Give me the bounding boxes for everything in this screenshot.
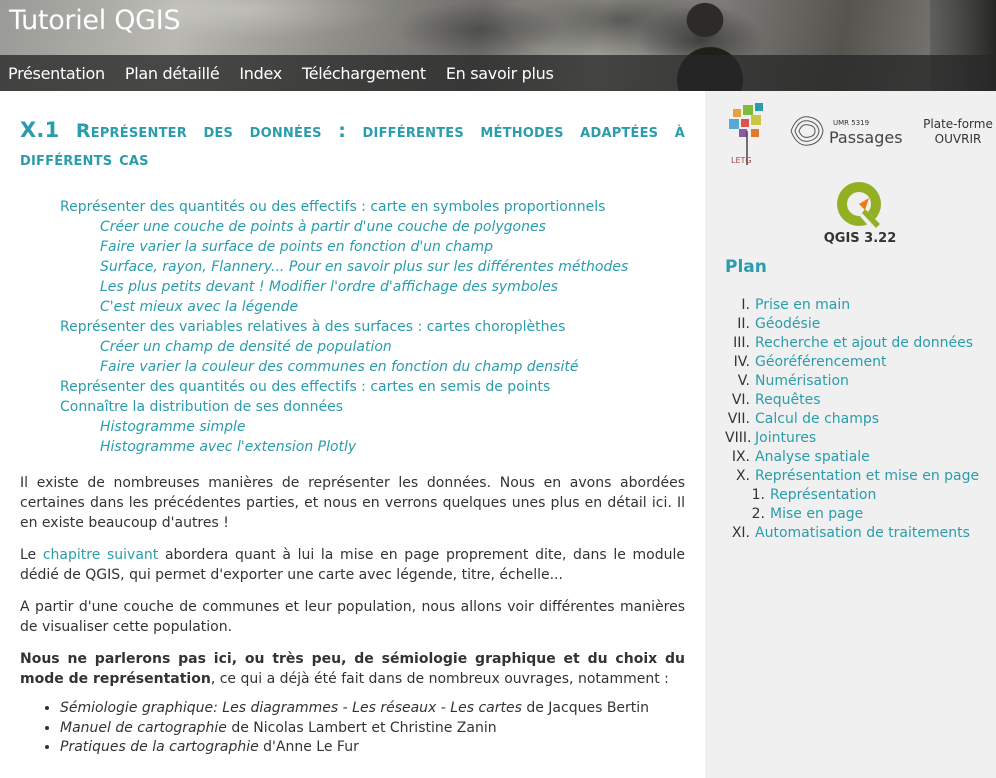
plan-list: I. Prise en main II. Géodésie III. Recherche … <box>725 296 995 543</box>
plan-item-label[interactable]: Représentation <box>770 486 876 505</box>
population-paragraph: A partir d'une couche de communes et leu… <box>20 599 685 635</box>
plan-item-label[interactable]: Mise en page <box>770 505 863 524</box>
nav-index[interactable]: Index <box>239 64 282 83</box>
plan-item-label[interactable]: Analyse spatiale <box>755 448 870 467</box>
plan-item-number: I. <box>741 297 750 313</box>
plan-item-label[interactable]: Automatisation de traitements <box>755 524 970 543</box>
qgis-logo-icon[interactable] <box>832 178 890 233</box>
plan-item[interactable]: I. Prise en main <box>725 296 995 315</box>
plan-item[interactable]: VIII. Jointures <box>725 429 995 448</box>
next-chapter-link[interactable]: chapitre suivant <box>43 547 158 563</box>
svg-text:UMR 5319: UMR 5319 <box>833 119 869 127</box>
intro-paragraph: Il existe de nombreuses manières de repr… <box>20 475 685 531</box>
page-title: X.1 Représenter des données : différente… <box>20 116 685 173</box>
site-title[interactable]: Tutoriel QGIS <box>9 5 181 36</box>
plan-item[interactable]: XI. Automatisation de traitements <box>725 524 995 543</box>
plan-item[interactable]: 2. Mise en page <box>725 505 995 524</box>
plan-item-number: VI. <box>731 392 750 408</box>
plan-item[interactable]: 1. Représentation <box>725 486 995 505</box>
nav-presentation[interactable]: Présentation <box>8 64 105 83</box>
plan-item-number: III. <box>733 335 750 351</box>
toc-subsection-link[interactable]: Histogramme avec l'extension Plotly <box>20 437 685 457</box>
toc-subsection-link[interactable]: Faire varier la couleur des communes en … <box>20 357 685 377</box>
plan-item-label[interactable]: Recherche et ajout de données <box>755 334 973 353</box>
plan-item-label[interactable]: Géodésie <box>755 315 820 334</box>
toc-subsection-link[interactable]: Créer un champ de densité de population <box>20 337 685 357</box>
plan-item-label[interactable]: Jointures <box>755 429 816 448</box>
plan-item-number: IV. <box>733 354 750 370</box>
toc-subsection-link[interactable]: Histogramme simple <box>20 417 685 437</box>
toc-section-link[interactable]: Représenter des quantités ou des effecti… <box>20 377 685 397</box>
section-toc: Représenter des quantités ou des effecti… <box>20 197 685 457</box>
plan-item-label[interactable]: Représentation et mise en page <box>755 467 979 486</box>
svg-text:Passages: Passages <box>829 128 903 147</box>
references-list: Sémiologie graphique: Les diagrammes - L… <box>20 699 685 758</box>
main-nav: Présentation Plan détaillé Index Télécha… <box>0 55 996 91</box>
toc-subsection-link[interactable]: Les plus petits devant ! Modifier l'ordr… <box>20 277 685 297</box>
main-content: X.1 Représenter des données : différente… <box>0 91 705 778</box>
plan-item-label[interactable]: Calcul de champs <box>755 410 879 429</box>
page-title-number: X.1 <box>20 118 60 142</box>
toc-section-link[interactable]: Connaître la distribution de ses données <box>20 397 685 417</box>
plan-item[interactable]: X. Représentation et mise en page <box>725 467 995 486</box>
toc-subsection-link[interactable]: C'est mieux avec la légende <box>20 297 685 317</box>
list-item: Manuel de cartographie de Nicolas Lamber… <box>60 719 685 739</box>
passages-logo[interactable]: UMR 5319 Passages <box>787 111 905 151</box>
page-title-text: Représenter des données : différentes mé… <box>20 120 685 170</box>
site-header: Tutoriel QGIS Présentation Plan détaillé… <box>0 0 996 91</box>
plan-item-number: 2. <box>751 506 765 522</box>
toc-section-link[interactable]: Représenter des quantités ou des effecti… <box>20 197 685 217</box>
toc-subsection-link[interactable]: Surface, rayon, Flannery... Pour en savo… <box>20 257 685 277</box>
plan-item-label[interactable]: Prise en main <box>755 296 850 315</box>
svg-text:LETG: LETG <box>731 156 752 165</box>
plan-item-label[interactable]: Numérisation <box>755 372 849 391</box>
plan-item-label[interactable]: Géoréférencement <box>755 353 887 372</box>
plan-item-label[interactable]: Requêtes <box>755 391 820 410</box>
plan-item-number: V. <box>737 373 750 389</box>
plan-item-number: II. <box>737 316 750 332</box>
plan-item-number: VIII. <box>725 430 752 446</box>
nav-telechargement[interactable]: Téléchargement <box>302 64 426 83</box>
plan-item-number: 1. <box>751 487 765 503</box>
toc-subsection-link[interactable]: Créer une couche de points à partir d'un… <box>20 217 685 237</box>
plan-item[interactable]: VII. Calcul de champs <box>725 410 995 429</box>
plan-item-number: IX. <box>731 449 750 465</box>
plan-item[interactable]: IV. Géoréférencement <box>725 353 995 372</box>
qgis-version: QGIS 3.22 <box>823 231 897 246</box>
sidebar: LETG UMR 5319 Passages Plate-forme OUVRIR… <box>705 91 996 778</box>
toc-section-link[interactable]: Représenter des variables relatives à de… <box>20 317 685 337</box>
plan-item[interactable]: II. Géodésie <box>725 315 995 334</box>
nav-en-savoir-plus[interactable]: En savoir plus <box>446 64 554 83</box>
plan-item[interactable]: III. Recherche et ajout de données <box>725 334 995 353</box>
platform-ouvrir[interactable]: Plate-forme OUVRIR <box>920 117 996 147</box>
plan-title: Plan <box>725 257 767 277</box>
plan-item[interactable]: IX. Analyse spatiale <box>725 448 995 467</box>
plan-item-number: XI. <box>731 525 750 541</box>
list-item: Sémiologie graphique: Les diagrammes - L… <box>60 699 685 719</box>
plan-item-number: X. <box>735 468 750 484</box>
plan-item-number: VII. <box>727 411 750 427</box>
toc-subsection-link[interactable]: Faire varier la surface de points en fon… <box>20 237 685 257</box>
plan-item[interactable]: VI. Requêtes <box>725 391 995 410</box>
list-item: Pratiques de la cartographie d'Anne Le F… <box>60 738 685 758</box>
nav-plan-detaille[interactable]: Plan détaillé <box>125 64 220 83</box>
plan-item[interactable]: V. Numérisation <box>725 372 995 391</box>
next-chapter-paragraph: Le chapitre suivant abordera quant à lui… <box>20 547 685 583</box>
semiology-paragraph: Nous ne parlerons pas ici, ou très peu, … <box>20 651 685 687</box>
letg-logo[interactable]: LETG <box>725 101 769 171</box>
